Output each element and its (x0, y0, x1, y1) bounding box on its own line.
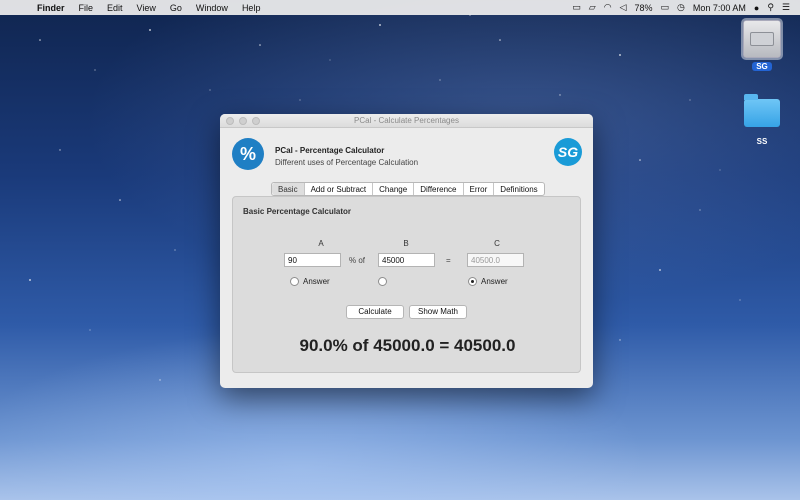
desktop-drive-item[interactable]: SG (737, 20, 787, 71)
battery-percent: 78% (634, 2, 653, 13)
menu-help[interactable]: Help (235, 3, 268, 13)
answer-c-label[interactable]: Answer (481, 277, 508, 286)
value-a-input[interactable] (284, 253, 341, 267)
answer-a-radio[interactable] (290, 277, 299, 286)
zoom-button[interactable] (252, 117, 260, 125)
window-titlebar[interactable]: PCal - Calculate Percentages (220, 114, 593, 128)
volume-icon[interactable]: ◁ (620, 2, 627, 13)
window-title: PCal - Calculate Percentages (354, 116, 459, 125)
tab-error[interactable]: Error (462, 183, 494, 195)
equals-label: = (446, 256, 451, 265)
pcal-window: PCal - Calculate Percentages % PCal - Pe… (220, 114, 593, 388)
result-text: 90.0% of 45000.0 = 40500.0 (299, 336, 516, 355)
display-icon[interactable]: ▭ (572, 2, 581, 13)
minimize-button[interactable] (239, 117, 247, 125)
clock[interactable]: Mon 7:00 AM (693, 3, 746, 13)
user-icon[interactable]: ● (754, 3, 759, 13)
column-a-label: A (318, 239, 324, 248)
app-subtitle: Different uses of Percentage Calculation (275, 158, 419, 167)
tab-difference[interactable]: Difference (413, 183, 462, 195)
column-c-label: C (494, 239, 500, 248)
menu-go[interactable]: Go (163, 3, 189, 13)
menu-edit[interactable]: Edit (100, 3, 130, 13)
menu-view[interactable]: View (130, 3, 163, 13)
menu-bar: Finder File Edit View Go Window Help ▭ ▱… (0, 0, 800, 15)
answer-a-label[interactable]: Answer (303, 277, 330, 286)
menu-extras: ▭ ▱ ◠ ◁ 78% ▭ ◷ Mon 7:00 AM ● ⚲ ☰ (572, 2, 800, 13)
app-title: PCal - Percentage Calculator (275, 146, 385, 155)
drive-label[interactable]: SG (752, 62, 772, 71)
tab-definitions[interactable]: Definitions (493, 183, 543, 195)
panel-title: Basic Percentage Calculator (243, 207, 352, 216)
tab-change[interactable]: Change (372, 183, 413, 195)
battery-icon[interactable]: ▭ (660, 2, 669, 13)
answer-a-option[interactable]: Answer (290, 277, 330, 286)
show-math-button[interactable]: Show Math (409, 305, 467, 319)
tab-basic[interactable]: Basic (272, 183, 304, 195)
menu-window[interactable]: Window (189, 3, 235, 13)
tab-bar: Basic Add or Subtract Change Difference … (271, 182, 545, 196)
desktop-folder-item[interactable]: SS (737, 94, 787, 146)
sg-logo-icon: SG (554, 138, 582, 166)
wifi-icon[interactable]: ◠ (604, 2, 612, 13)
percent-icon: % (232, 138, 264, 170)
answer-b-option[interactable] (378, 277, 387, 286)
value-c-input (467, 253, 524, 267)
notification-center-icon[interactable]: ☰ (782, 2, 790, 13)
answer-c-option[interactable]: Answer (468, 277, 508, 286)
tab-add-or-subtract[interactable]: Add or Subtract (303, 183, 373, 195)
folder-icon[interactable] (744, 94, 780, 127)
percent-of-label: % of (349, 256, 366, 265)
menu-finder[interactable]: Finder (30, 3, 72, 13)
value-b-input[interactable] (378, 253, 435, 267)
answer-c-radio[interactable] (468, 277, 477, 286)
time-machine-icon[interactable]: ◷ (677, 2, 685, 13)
window-controls (226, 117, 260, 125)
hard-drive-icon[interactable] (743, 20, 781, 58)
folder-label[interactable]: SS (753, 137, 772, 146)
answer-b-radio[interactable] (378, 277, 387, 286)
calculate-button[interactable]: Calculate (346, 305, 404, 319)
menu-file[interactable]: File (72, 3, 101, 13)
spotlight-search-icon[interactable]: ⚲ (767, 2, 774, 13)
basic-calculator-panel: Basic Percentage Calculator A B C % of =… (232, 196, 581, 373)
close-button[interactable] (226, 117, 234, 125)
column-b-label: B (403, 239, 409, 248)
app-header: % PCal - Percentage Calculator Different… (220, 128, 593, 180)
airplay-icon[interactable]: ▱ (589, 2, 596, 13)
